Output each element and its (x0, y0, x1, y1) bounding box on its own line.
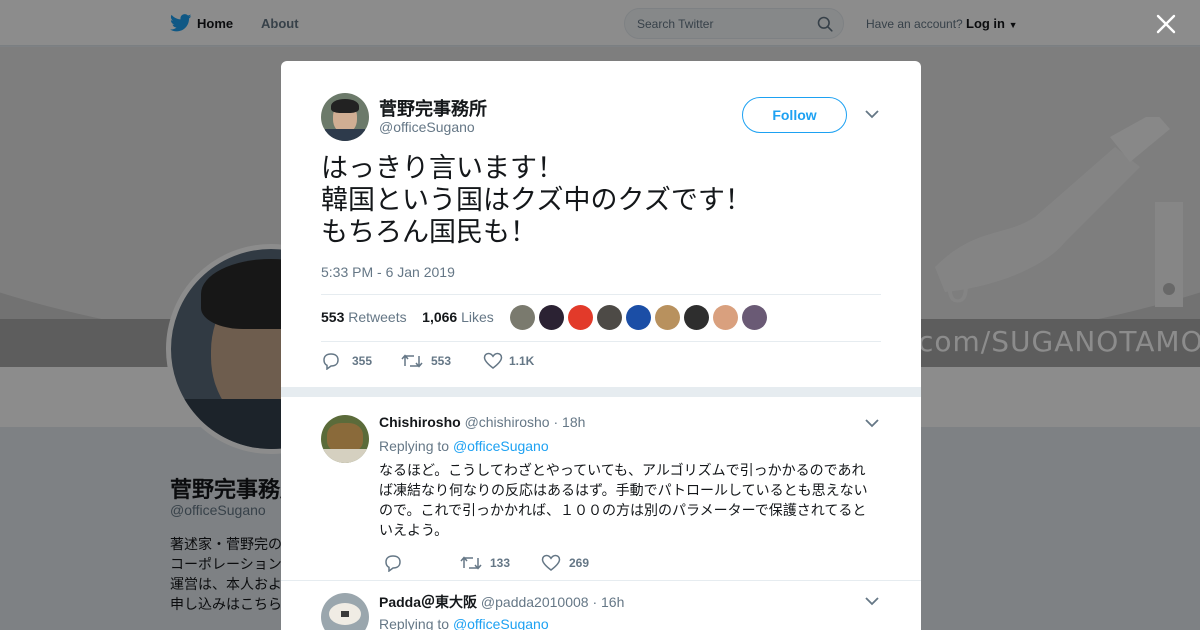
tweet-text-line: 韓国という国はクズ中のクズです！ (321, 185, 752, 216)
tweet-author-handle[interactable]: @officeSugano (379, 119, 475, 135)
reply-author-handle[interactable]: @chishirosho (465, 414, 550, 430)
reply-age[interactable]: · 18h (553, 414, 585, 430)
liker-avatar[interactable] (539, 305, 564, 330)
replying-to-link[interactable]: @officeSugano (453, 616, 549, 630)
chevron-down-icon[interactable] (865, 109, 879, 119)
heart-icon[interactable] (541, 554, 561, 572)
follow-button[interactable]: Follow (742, 97, 847, 133)
replying-to-prefix: Replying to (379, 438, 450, 454)
retweet-icon[interactable] (401, 352, 423, 370)
reply-author-handle[interactable]: @padda2010008 (481, 594, 589, 610)
reply-count[interactable]: 355 (352, 354, 372, 368)
divider (321, 294, 881, 295)
reply-header: Padda＠東大阪 @padda2010008 · 16h (379, 592, 624, 612)
heart-icon[interactable] (483, 352, 503, 370)
reply-text: なるほど。こうしてわざとやっていても、アルゴリズムで引っかかるのであれば凍結なり… (379, 463, 868, 539)
liker-avatar[interactable] (626, 305, 651, 330)
liker-avatar[interactable] (742, 305, 767, 330)
reply-age[interactable]: · 16h (592, 594, 624, 610)
reply-icon[interactable] (321, 352, 341, 370)
avatar-hair (331, 99, 359, 113)
liker-avatar[interactable] (684, 305, 709, 330)
retweets-label[interactable]: Retweets (348, 309, 406, 325)
divider (321, 341, 881, 342)
tweet-stats: 553 Retweets 1,066 Likes (321, 309, 494, 325)
retweet-count[interactable]: 553 (431, 354, 451, 368)
tweet-text-line: もちろん国民も！ (321, 217, 537, 248)
liker-avatar[interactable] (655, 305, 680, 330)
avatar-ground (321, 449, 369, 463)
reply-header: Chishirosho @chishirosho · 18h (379, 414, 585, 430)
liker-avatar[interactable] (510, 305, 535, 330)
tweet-author-name[interactable]: 菅野完事務所 (379, 95, 487, 121)
likes-stat[interactable]: 1,066 Likes (422, 309, 494, 325)
replying-to: Replying to @officeSugano (379, 616, 549, 630)
replying-to: Replying to @officeSugano (379, 438, 549, 454)
tweet-modal: 菅野完事務所 @officeSugano Follow はっきり言います！ 韓国… (281, 61, 921, 630)
liker-avatar[interactable] (713, 305, 738, 330)
likes-count[interactable]: 1,066 (422, 309, 457, 325)
like-count[interactable]: 1.1K (509, 354, 534, 368)
reply-author-avatar[interactable] (321, 593, 369, 630)
close-icon[interactable] (1156, 14, 1176, 34)
tweet-text-line: はっきり言います！ (321, 153, 564, 184)
tweet-author-avatar[interactable] (321, 93, 369, 141)
chevron-down-icon[interactable] (865, 418, 879, 428)
reply-author-name[interactable]: Chishirosho (379, 414, 461, 430)
reply-tweet[interactable]: Chishirosho @chishirosho · 18h Replying … (281, 401, 921, 581)
avatar-beak (341, 611, 349, 617)
tweet-timestamp[interactable]: 5:33 PM - 6 Jan 2019 (321, 264, 455, 280)
reply-icon[interactable] (383, 554, 403, 572)
avatar-suit (325, 129, 365, 141)
retweet-icon[interactable] (460, 554, 482, 572)
reply-tweet[interactable]: Padda＠東大阪 @padda2010008 · 16h Replying t… (281, 581, 921, 630)
retweet-count[interactable]: 133 (490, 556, 510, 570)
liker-avatar[interactable] (568, 305, 593, 330)
likes-label[interactable]: Likes (461, 309, 494, 325)
retweets-stat[interactable]: 553 Retweets (321, 309, 407, 325)
like-count[interactable]: 269 (569, 556, 589, 570)
chevron-down-icon[interactable] (865, 596, 879, 606)
replying-to-prefix: Replying to (379, 616, 450, 630)
liker-avatar[interactable] (597, 305, 622, 330)
replying-to-link[interactable]: @officeSugano (453, 438, 549, 454)
retweets-count[interactable]: 553 (321, 309, 344, 325)
reply-author-avatar[interactable] (321, 415, 369, 463)
replies-separator (281, 387, 921, 397)
reply-author-name[interactable]: Padda＠東大阪 (379, 594, 477, 610)
tweet-text: はっきり言います！ 韓国という国はクズ中のクズです！ もちろん国民も！ (321, 153, 752, 249)
